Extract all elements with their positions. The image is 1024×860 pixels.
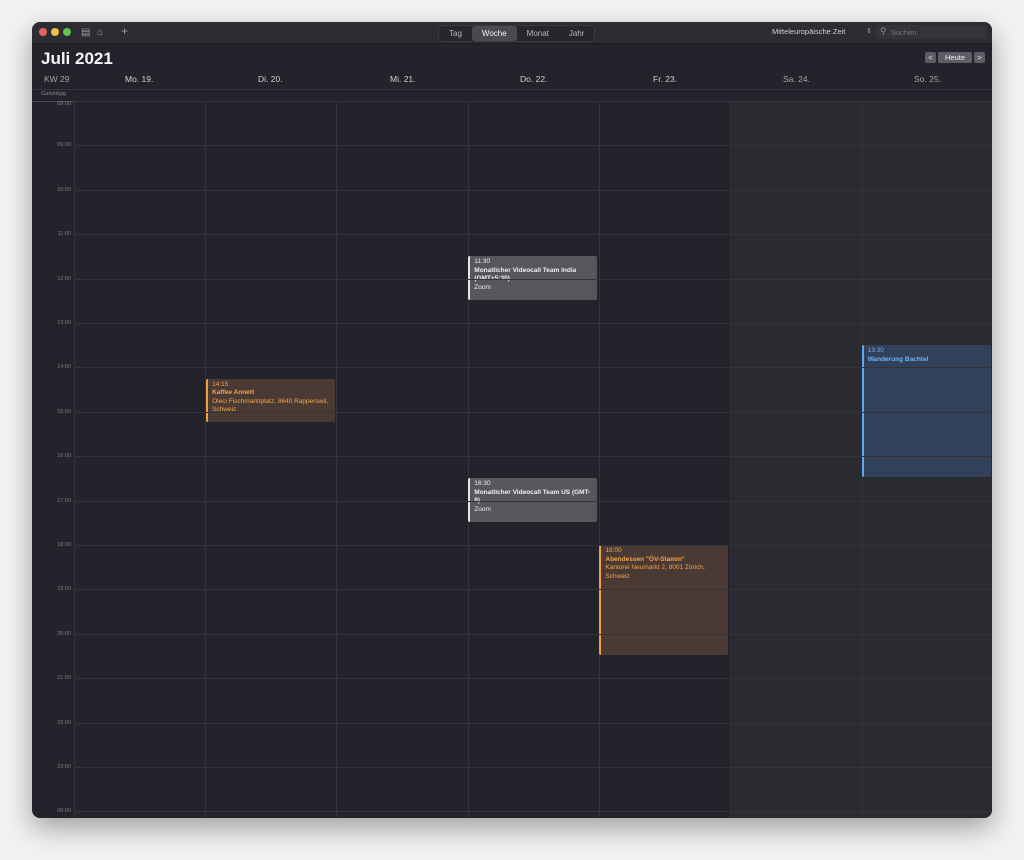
view-switcher: Tag Woche Monat Jahr (438, 25, 596, 42)
search-input[interactable] (891, 25, 981, 39)
today-button[interactable]: Heute (938, 52, 972, 63)
day-column-divider (74, 101, 75, 818)
close-window-button[interactable] (39, 28, 47, 36)
hour-line (74, 367, 992, 369)
event-title: Monatlicher Videocall Team US (GMT-8) (474, 488, 591, 505)
calendar-list-icon[interactable]: ▤ (81, 26, 90, 39)
calendar-window: ▤ ⌂ + Tag Woche Monat Jahr Mitteleuropäi… (32, 22, 992, 818)
day-header-wednesday[interactable]: Mi. 21. (390, 74, 416, 84)
event-time: 16:30 (474, 480, 491, 488)
hour-label: 14:00 (57, 364, 71, 371)
hour-line (74, 722, 992, 724)
hour-line (74, 145, 992, 147)
toolbar: ▤ ⌂ + Tag Woche Monat Jahr Mitteleuropäi… (32, 22, 992, 44)
search-icon: ⚲ (880, 26, 887, 36)
previous-week-button[interactable]: < (925, 52, 936, 63)
hour-label: 22:00 (57, 719, 71, 726)
event-title: Monatlicher Videocall Team India (GMT+5:… (474, 266, 577, 283)
event-time: 11:30 (474, 258, 491, 266)
hour-line (74, 767, 992, 768)
all-day-label: Ganztägig (41, 91, 67, 97)
hour-line (74, 456, 992, 458)
add-event-button[interactable]: + (121, 25, 128, 38)
day-column-divider (336, 101, 337, 818)
hour-line (74, 589, 992, 591)
day-header-saturday[interactable]: Sa. 24. (783, 74, 810, 84)
search-field[interactable]: ⚲ (875, 25, 987, 39)
hour-line (74, 101, 992, 102)
event[interactable]: 18:00 Abendessen "ÖV-Stamm" Kantorei Neu… (599, 545, 729, 655)
hour-line (74, 633, 992, 635)
hour-label: 16:00 (57, 453, 71, 460)
minimize-window-button[interactable] (51, 28, 59, 36)
event-time: 18:00 (605, 547, 622, 554)
hour-label: 21:00 (57, 675, 71, 682)
day-header-friday[interactable]: Fr. 23. (653, 74, 677, 84)
week-number: KW 29 (44, 74, 70, 84)
fullscreen-window-button[interactable] (63, 28, 71, 36)
hour-line (74, 411, 992, 413)
timezone-label: Mitteleuropäische Zeit (772, 27, 846, 36)
event-location: Zoom (474, 505, 491, 513)
event-time: 13:30 (867, 347, 884, 355)
day-column-divider (599, 101, 600, 818)
hour-label: 10:00 (57, 186, 71, 193)
hour-label: 18:00 (57, 542, 71, 548)
event-title: Abendessen "ÖV-Stamm" (605, 555, 685, 563)
timezone-select[interactable]: Mitteleuropäische Zeit ⇕ (768, 25, 874, 39)
event-location: Kantorei Neumarkt 2, 8001 Zürich, Schwei… (605, 564, 705, 580)
day-column-divider (730, 101, 731, 818)
hour-label: 19:00 (57, 586, 71, 593)
event[interactable]: 14:15 Kaffee Annett Oleci Fischmarktplat… (206, 378, 336, 422)
hour-line (74, 545, 992, 546)
tab-day[interactable]: Tag (439, 26, 472, 41)
week-grid[interactable]: 11:30 Monatlicher Videocall Team India (… (32, 101, 992, 818)
hour-line (74, 811, 992, 813)
tab-year[interactable]: Jahr (559, 26, 595, 41)
hour-line (74, 189, 992, 191)
hour-label: 09:00 (57, 142, 71, 149)
hour-label: 17:00 (57, 497, 71, 504)
hour-label: 08:00 (57, 101, 71, 107)
hour-label: 20:00 (57, 630, 71, 637)
hour-line (74, 234, 992, 236)
hour-label: 13:00 (57, 320, 71, 326)
day-header-thursday[interactable]: Do. 22. (520, 74, 547, 84)
day-column-divider (205, 101, 206, 818)
event-title: Wanderung Bachtel (867, 355, 929, 363)
tab-week[interactable]: Woche (471, 26, 517, 41)
tab-month[interactable]: Monat (517, 26, 559, 41)
hour-line (74, 278, 992, 280)
hour-label: 15:00 (57, 408, 71, 415)
event-title: Kaffee Annett (212, 389, 255, 396)
hour-line (74, 678, 992, 680)
next-week-button[interactable]: > (974, 52, 985, 63)
hour-label: 00:00 (57, 808, 71, 815)
inbox-icon[interactable]: ⌂ (97, 26, 103, 39)
hour-line (74, 323, 992, 324)
hour-label: 23:00 (57, 764, 71, 770)
event-location: Zoom (474, 283, 491, 291)
page-title: Juli 2021 (41, 49, 113, 68)
hour-label: 12:00 (57, 275, 71, 282)
day-header-monday[interactable]: Mo. 19. (125, 74, 153, 84)
updown-chevron-icon: ⇕ (866, 28, 872, 35)
day-header-sunday[interactable]: So. 25. (914, 74, 941, 84)
hour-line (74, 500, 992, 502)
day-header-tuesday[interactable]: Di. 20. (258, 74, 283, 84)
day-column-divider (468, 101, 469, 818)
hour-label: 11:00 (57, 231, 71, 238)
event-time: 14:15 (212, 380, 229, 388)
